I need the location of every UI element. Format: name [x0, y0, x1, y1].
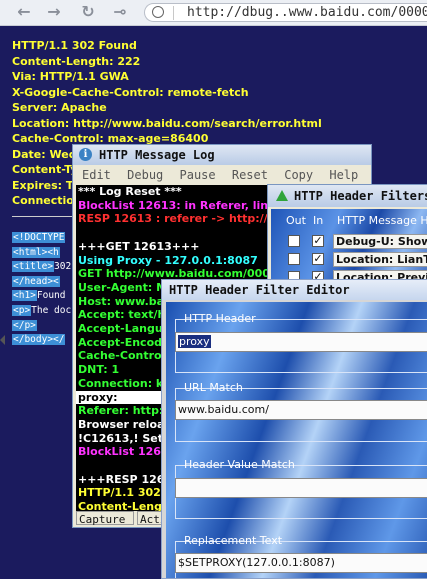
response-line: HTTP/1.1 302 Found: [12, 39, 137, 52]
reload-icon[interactable]: ↻: [78, 3, 98, 21]
filter-editor-body: HTTP Header proxy URL Match www.baidu.co…: [166, 302, 427, 578]
header-filters-title: HTTP Header Filters: [294, 189, 427, 203]
url-match-input[interactable]: www.baidu.com/: [175, 400, 427, 420]
source-tag: <html><h: [12, 246, 60, 258]
header-value-match-label: Header Value Match: [184, 458, 295, 471]
source-text: Found: [36, 290, 66, 302]
menu-help[interactable]: Help: [329, 168, 358, 182]
response-line: Server: Apache: [12, 101, 107, 114]
source-tag: <p>: [12, 304, 32, 316]
message-log-titlebar[interactable]: i HTTP Message Log: [73, 145, 371, 165]
source-tag: </head><: [12, 275, 60, 287]
response-line: Via: HTTP/1.1 GWA: [12, 70, 129, 83]
filter-name: Location: LianTe: [333, 252, 427, 267]
menu-edit[interactable]: Edit: [82, 168, 111, 182]
response-line: X-Google-Cache-Control: remote-fetch: [12, 85, 249, 99]
back-icon[interactable]: ←: [14, 3, 34, 21]
source-tag: <title>: [12, 261, 55, 273]
response-line: Content-Length: 222: [12, 54, 141, 68]
address-bar-url[interactable]: http://dbug..www.baidu.com/000000: [187, 5, 427, 21]
browser-toolbar: ← → ↻ ⊸ http://dbug..www.baidu.com/00000…: [0, 0, 427, 26]
header-filters-titlebar[interactable]: HTTP Header Filters: [268, 185, 427, 207]
in-checkbox[interactable]: ✓: [312, 235, 324, 247]
menu-reset[interactable]: Reset: [232, 168, 268, 182]
message-log-menubar: Edit Debug Pause Reset Copy Help: [73, 166, 371, 184]
source-tag: </body></: [12, 334, 66, 346]
globe-icon: [152, 6, 164, 18]
http-header-label: HTTP Header: [184, 312, 256, 325]
filter-editor-window: HTTP Header Filter Editor HTTP Header pr…: [161, 279, 427, 579]
forward-icon[interactable]: →: [44, 3, 64, 21]
source-tag: <h1>: [12, 290, 37, 302]
key-icon[interactable]: ⊸: [110, 3, 130, 21]
menu-debug[interactable]: Debug: [127, 168, 163, 182]
filter-editor-titlebar[interactable]: HTTP Header Filter Editor: [162, 280, 427, 300]
source-tag: </p>: [12, 319, 37, 331]
source-tag: <!DOCTYPE: [12, 232, 66, 243]
http-header-value: proxy: [178, 335, 211, 348]
filters-column-header: Out In HTTP Message He: [271, 213, 427, 229]
column-in: In: [313, 214, 324, 227]
response-line: Location: http://www.baidu.com/search/er…: [12, 116, 322, 130]
column-out: Out: [286, 214, 306, 227]
url-match-label: URL Match: [184, 381, 243, 394]
out-checkbox[interactable]: [288, 235, 300, 247]
address-bar[interactable]: http://dbug..www.baidu.com/000000: [144, 3, 427, 22]
http-header-input[interactable]: proxy: [175, 332, 427, 352]
status-capture: Capture: [76, 511, 134, 526]
replacement-text-input[interactable]: $SETPROXY(127.0.0.1:8087): [175, 553, 427, 573]
info-icon: i: [79, 148, 92, 161]
filter-row[interactable]: ✓ Location: LianTe: [271, 251, 427, 269]
out-checkbox[interactable]: [288, 253, 300, 265]
source-text: The doc: [31, 304, 72, 316]
filter-name: Debug-U: Show: [333, 234, 427, 249]
filter-editor-title: HTTP Header Filter Editor: [169, 283, 350, 297]
filter-row[interactable]: ✓ Debug-U: Show: [271, 233, 427, 251]
message-log-title: HTTP Message Log: [99, 148, 215, 162]
header-value-match-input[interactable]: [175, 478, 427, 498]
address-bar-divider: [173, 6, 174, 20]
header-filters-window: HTTP Header Filters Out In HTTP Message …: [267, 184, 427, 294]
column-name: HTTP Message He: [337, 214, 427, 227]
menu-copy[interactable]: Copy: [284, 168, 313, 182]
in-checkbox[interactable]: ✓: [312, 253, 324, 265]
menu-pause[interactable]: Pause: [180, 168, 216, 182]
scroll-left-icon[interactable]: [0, 335, 5, 345]
replacement-text-label: Replacement Text: [184, 534, 283, 547]
triangle-icon: [276, 190, 288, 201]
